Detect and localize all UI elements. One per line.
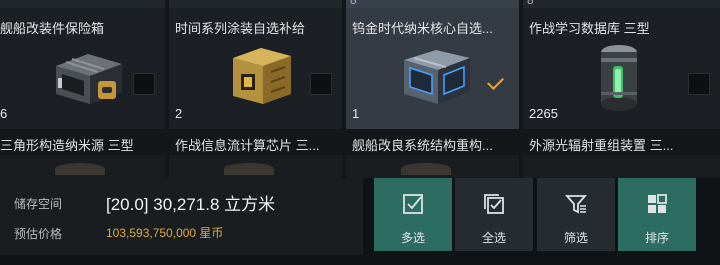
next-item-name: 作战信息流计算芯片 三... — [175, 138, 320, 153]
select-all-icon — [484, 194, 504, 214]
multi-select-label: 多选 — [400, 231, 425, 245]
select-checkbox-checked[interactable] — [487, 73, 509, 95]
item-quantity: 2 — [175, 106, 183, 121]
sort-button[interactable]: 排序 — [618, 178, 696, 251]
item-quantity: 2265 — [529, 106, 558, 121]
price-label: 预估价格 — [14, 227, 63, 241]
bottom-bar: 储存空间 [20.0] 30,271.8 立方米 预估价格 103,593,75… — [0, 178, 720, 265]
prev-row-strip — [169, 0, 342, 8]
item-name: 时间系列涂装自选补给 — [175, 21, 306, 36]
inventory-column: 8 钨金时代纳米核心自选... 1 舰船改良系统结构重构... — [346, 0, 519, 178]
next-item-name: 外源光辐射重组装置 三... — [529, 138, 674, 153]
data-canister-icon — [601, 45, 637, 111]
sort-grid-icon — [648, 194, 667, 213]
filter-icon — [565, 195, 587, 214]
next-row-strip — [0, 155, 165, 178]
item-name: 舰船改装件保险箱 — [0, 21, 105, 36]
select-all-button[interactable]: 全选 — [455, 178, 533, 251]
item-quantity: 1 — [352, 106, 360, 121]
filter-button[interactable]: 筛选 — [537, 178, 615, 251]
select-all-label: 全选 — [481, 231, 506, 245]
storage-info-panel: 储存空间 [20.0] 30,271.8 立方米 预估价格 103,593,75… — [0, 178, 363, 255]
item-name: 作战学习数据库 三型 — [529, 21, 650, 36]
next-item-name: 三角形构造纳米源 三型 — [0, 138, 134, 153]
storage-label: 储存空间 — [14, 197, 63, 211]
inventory-column: 8 作战学习数据库 三型 2265 外源光辐射重组装置 三... — [523, 0, 720, 178]
inventory-grid: 舰船改装件保险箱 6 三角形构造纳米源 三型 时间系列涂装自选补给 2 作战信息… — [0, 0, 720, 178]
storage-value: [20.0] 30,271.8 立方米 — [106, 195, 276, 214]
prev-row-strip — [0, 0, 165, 8]
prev-row-strip: 8 — [523, 0, 720, 8]
inventory-column: 时间系列涂装自选补给 2 作战信息流计算芯片 三... — [169, 0, 342, 178]
select-checkbox[interactable] — [688, 73, 710, 95]
inventory-column: 舰船改装件保险箱 6 三角形构造纳米源 三型 — [0, 0, 165, 178]
item-quantity: 6 — [0, 106, 8, 121]
next-row-strip — [346, 155, 519, 178]
item-tile[interactable]: 舰船改装件保险箱 6 — [0, 8, 165, 129]
item-name: 钨金时代纳米核心自选... — [352, 21, 493, 36]
select-checkbox[interactable] — [133, 73, 155, 95]
prev-item-qty: 8 — [527, 0, 534, 7]
item-tile[interactable]: 作战学习数据库 三型 2265 — [523, 8, 720, 129]
filter-label: 筛选 — [563, 231, 588, 245]
select-checkbox[interactable] — [310, 73, 332, 95]
price-value: 103,593,750,000 星币 — [106, 226, 224, 240]
prev-item-qty: 8 — [350, 0, 357, 7]
next-row-strip — [523, 155, 720, 178]
item-tile[interactable]: 时间系列涂装自选补给 2 — [169, 8, 342, 129]
sort-label: 排序 — [644, 231, 669, 245]
multi-select-icon — [403, 194, 423, 214]
gold-crate-icon — [233, 48, 291, 104]
prev-row-strip: 8 — [346, 0, 519, 8]
armored-crate-icon — [56, 54, 122, 104]
next-item-name: 舰船改良系统结构重构... — [352, 138, 493, 153]
blue-crate-icon — [404, 50, 470, 104]
next-row-strip — [169, 155, 342, 178]
multi-select-button[interactable]: 多选 — [374, 178, 452, 251]
item-tile-selected[interactable]: 钨金时代纳米核心自选... 1 — [346, 8, 519, 129]
